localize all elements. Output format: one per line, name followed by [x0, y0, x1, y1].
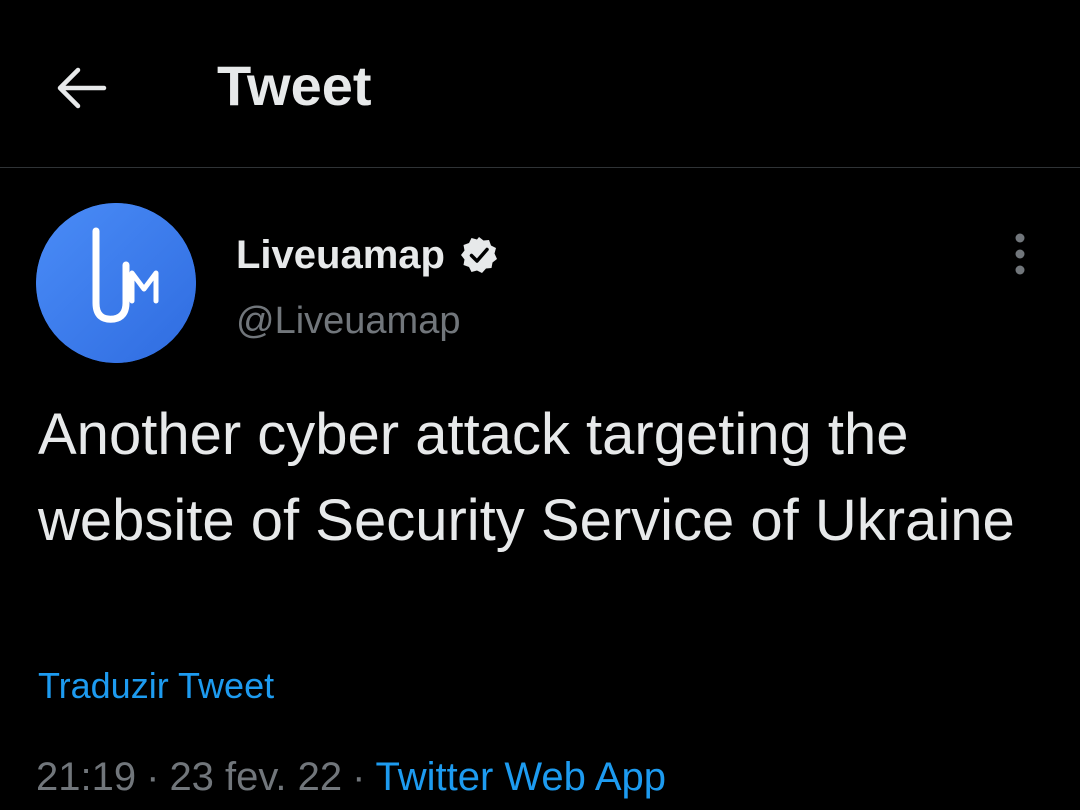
liveuamap-logo-icon: [36, 203, 196, 363]
tweet-text: Another cyber attack targeting the websi…: [38, 402, 1015, 553]
tweet-time: 21:19: [36, 755, 137, 799]
back-button[interactable]: [52, 58, 112, 118]
verified-badge-icon: [460, 237, 497, 273]
top-app-bar: Tweet: [0, 0, 1080, 168]
page-title: Tweet: [217, 54, 372, 117]
translate-tweet-link[interactable]: Traduzir Tweet: [38, 664, 274, 708]
separator-dot: ·: [146, 755, 160, 799]
more-vertical-icon: [1015, 233, 1025, 275]
avatar[interactable]: [36, 203, 196, 363]
more-options-button[interactable]: [996, 230, 1044, 278]
author-handle[interactable]: @Liveuamap: [236, 297, 460, 345]
author-name-text: Liveuamap: [236, 233, 445, 277]
author-display-name[interactable]: Liveuamap: [236, 230, 499, 280]
tweet-source-link[interactable]: Twitter Web App: [375, 755, 666, 799]
tweet-metadata: 21:19 · 23 fev. 22 · Twitter Web App: [36, 752, 666, 802]
separator-dot: ·: [352, 755, 366, 799]
arrow-left-icon: [57, 67, 107, 109]
tweet-date[interactable]: 23 fev. 22: [169, 755, 342, 799]
